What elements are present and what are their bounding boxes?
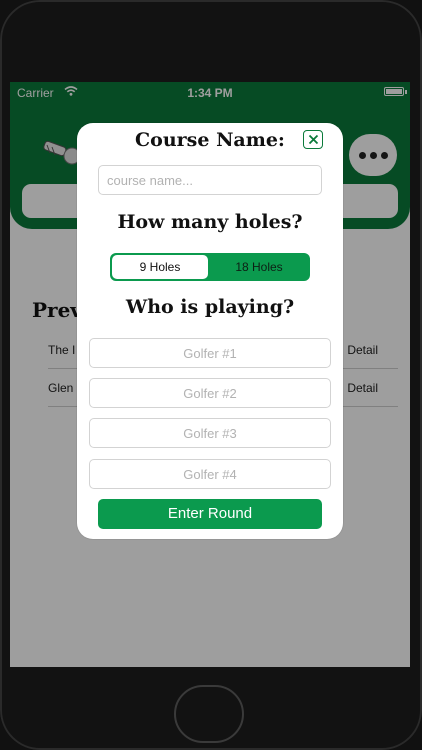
golfer-4-input[interactable] [89,459,331,489]
holes-question: How many holes? [117,211,303,233]
holes-segmented-control: 9 Holes 18 Holes [110,253,310,281]
close-button[interactable] [303,130,323,149]
golfer-1-input[interactable] [89,338,331,368]
segment-9-holes[interactable]: 9 Holes [112,255,208,279]
golfer-2-input[interactable] [89,378,331,408]
phone-frame: Carrier 1:34 PM Previ The I Detail Glen … [0,0,422,750]
segment-18-holes[interactable]: 18 Holes [210,255,308,279]
players-question: Who is playing? [125,296,295,318]
course-name-input[interactable] [98,165,322,195]
close-x-icon [308,134,318,145]
golfer-3-input[interactable] [89,418,331,448]
enter-round-button[interactable]: Enter Round [98,499,322,529]
home-button[interactable] [174,685,244,743]
new-round-modal: Course Name: How many holes? 9 Holes 18 … [77,123,343,539]
